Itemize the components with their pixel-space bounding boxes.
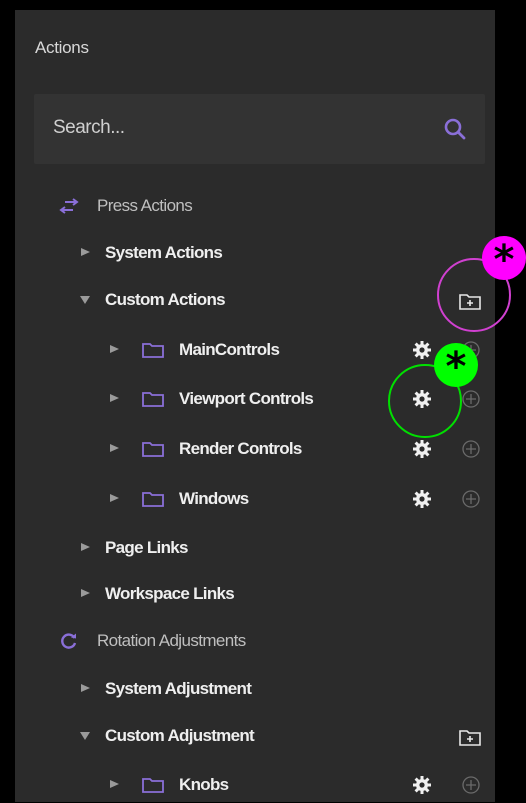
- folder-icon: [142, 492, 164, 507]
- new-folder-icon[interactable]: [459, 728, 481, 746]
- tree-item-label: MainControls: [179, 340, 280, 359]
- tree-item-label: Knobs: [179, 775, 229, 794]
- tree-item-workspace-links[interactable]: Workspace Links: [15, 576, 495, 612]
- tree-item-system-actions[interactable]: System Actions: [15, 235, 495, 271]
- tree-item-label: System Adjustment: [105, 679, 252, 698]
- search-input[interactable]: Search...: [53, 117, 125, 139]
- tree-item-knobs[interactable]: Knobs: [15, 767, 495, 803]
- rotate-icon: [61, 633, 77, 649]
- tree-item-custom-adjustment[interactable]: Custom Adjustment: [15, 718, 495, 754]
- tree-item-label: Workspace Links: [105, 584, 235, 603]
- caret-down-icon[interactable]: [79, 729, 91, 741]
- search-field[interactable]: Search...: [34, 94, 485, 164]
- tree-item-label: Viewport Controls: [179, 389, 314, 408]
- category-rotation-adjustments[interactable]: Rotation Adjustments: [15, 623, 495, 659]
- gear-icon[interactable]: [412, 489, 432, 509]
- category-label: Press Actions: [97, 196, 193, 215]
- tree-item-page-links[interactable]: Page Links: [15, 530, 495, 566]
- tree-item-system-adjustment[interactable]: System Adjustment: [15, 671, 495, 707]
- tree-item-label: Render Controls: [179, 439, 302, 458]
- add-circle-icon[interactable]: [461, 489, 481, 509]
- category-label: Rotation Adjustments: [97, 631, 246, 650]
- annotation-marker-green: *: [434, 343, 478, 390]
- folder-icon: [142, 778, 164, 793]
- tree-item-windows[interactable]: Windows: [15, 481, 495, 517]
- folder-icon: [142, 392, 164, 407]
- gear-icon[interactable]: [412, 439, 432, 459]
- caret-right-icon[interactable]: [79, 246, 91, 258]
- tree-item-label: Windows: [179, 489, 249, 508]
- folder-icon: [142, 343, 164, 358]
- category-press-actions[interactable]: Press Actions: [15, 188, 495, 224]
- caret-right-icon[interactable]: [79, 682, 91, 694]
- caret-right-icon[interactable]: [108, 392, 120, 404]
- gear-icon[interactable]: [412, 340, 432, 360]
- caret-right-icon[interactable]: [79, 541, 91, 553]
- tree-item-label: Custom Actions: [105, 290, 226, 309]
- annotation-marker-magenta: *: [482, 236, 526, 283]
- add-circle-icon[interactable]: [461, 775, 481, 795]
- swap-arrows-icon: [59, 198, 79, 214]
- caret-right-icon[interactable]: [108, 492, 120, 504]
- caret-right-icon[interactable]: [108, 343, 120, 355]
- search-icon[interactable]: [443, 117, 467, 141]
- panel-title: Actions: [35, 38, 89, 57]
- caret-right-icon[interactable]: [108, 442, 120, 454]
- tree-item-main-controls[interactable]: MainControls: [15, 332, 495, 368]
- folder-icon: [142, 442, 164, 457]
- add-circle-icon[interactable]: [461, 389, 481, 409]
- add-circle-icon[interactable]: [461, 439, 481, 459]
- tree-item-label: Custom Adjustment: [105, 726, 255, 745]
- gear-icon[interactable]: [412, 775, 432, 795]
- caret-right-icon[interactable]: [79, 587, 91, 599]
- tree-item-custom-actions[interactable]: Custom Actions: [15, 282, 495, 318]
- caret-right-icon[interactable]: [108, 778, 120, 790]
- tree-item-label: System Actions: [105, 243, 223, 262]
- caret-down-icon[interactable]: [79, 293, 91, 305]
- tree-item-label: Page Links: [105, 538, 188, 557]
